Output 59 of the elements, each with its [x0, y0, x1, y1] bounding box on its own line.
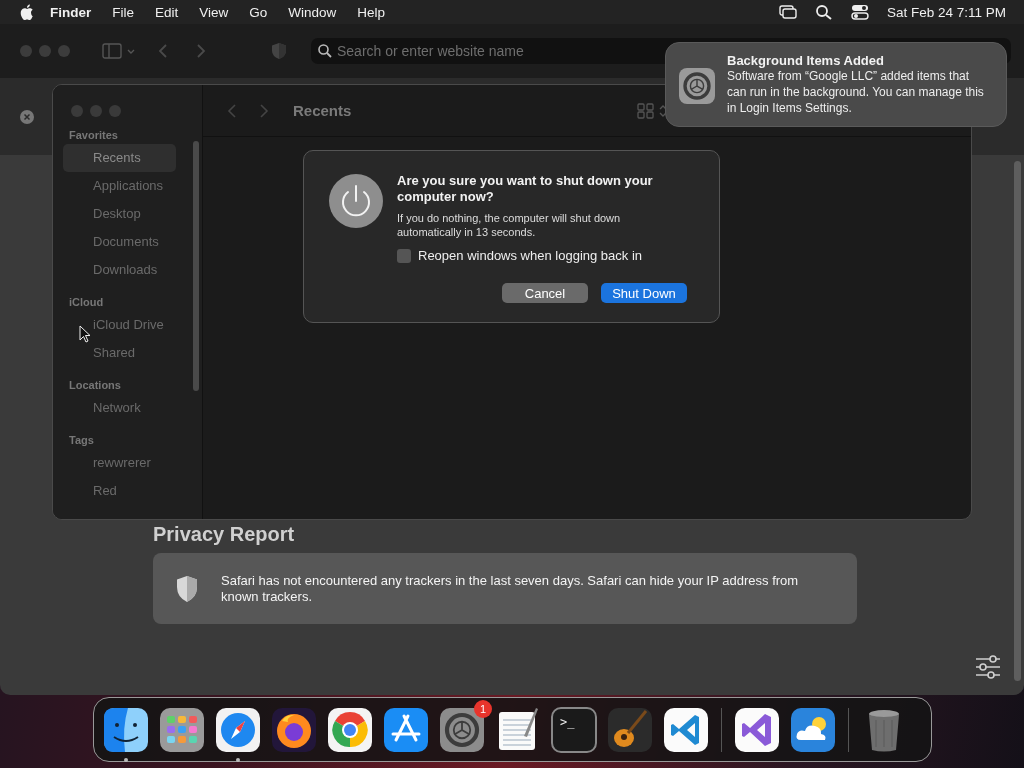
power-icon	[328, 173, 384, 229]
app-name-menu[interactable]: Finder	[50, 4, 92, 20]
gear-icon	[678, 67, 716, 105]
sidebar-item[interactable]: Documents	[63, 228, 176, 256]
checkbox[interactable]	[397, 248, 411, 263]
pointer-cursor-icon	[79, 325, 91, 343]
sidebar-item[interactable]: Recents	[63, 144, 176, 172]
terminal-icon[interactable]	[550, 705, 598, 754]
sidebar-item[interactable]: Downloads	[63, 256, 176, 284]
window-title: Recents	[293, 102, 352, 119]
privacy-message: Safari has not encountered any trackers in the last seven days. Safari can hide your IP address from known trackers.	[221, 572, 800, 605]
flame-globe-icon[interactable]	[270, 705, 318, 754]
shield-icon	[175, 574, 199, 603]
scrollbar[interactable]	[193, 141, 199, 391]
sidebar-item[interactable]: Desktop	[63, 200, 176, 228]
screen-mirroring-icon[interactable]	[778, 4, 797, 20]
guitar-icon[interactable]	[606, 705, 654, 754]
dialog-message: If you do nothing, the computer will shut down automatically in 13 seconds.	[397, 211, 622, 239]
notification-badge: 1	[474, 699, 492, 718]
confirm-button[interactable]: Shut Down	[601, 283, 687, 303]
sidebar-item[interactable]: Network	[63, 394, 176, 422]
sidebar-item[interactable]: Red	[63, 477, 176, 505]
sliders-icon[interactable]	[974, 655, 1002, 679]
sidebar-heading: Tags	[69, 434, 95, 448]
sidebar-heading: Favorites	[69, 129, 119, 143]
sidebar-heading: iCloud	[69, 296, 105, 310]
menu-clock[interactable]: Sat Feb 24 7:11 PM	[886, 4, 1006, 20]
scrollbar[interactable]	[1014, 161, 1021, 681]
sidebar-item[interactable]: rewwrerer	[63, 449, 176, 477]
control-center-icon[interactable]	[850, 4, 869, 20]
notification-body: Software from “Google LLC” added items that can run in the background. You can manage this in Login Items Settings.	[727, 68, 985, 116]
search-icon[interactable]	[814, 4, 833, 20]
dialog-title: Are you sure you want to shut down your computer now?	[397, 173, 654, 205]
menu-item[interactable]: Help	[357, 4, 386, 20]
apple-logo-icon[interactable]	[20, 4, 34, 20]
checkbox-label[interactable]: Reopen windows when logging back in	[418, 248, 643, 263]
app-grid-icon[interactable]	[158, 705, 206, 754]
close-icon[interactable]	[20, 110, 34, 124]
sidebar-toggle-icon[interactable]	[102, 42, 136, 60]
ribbon-icon[interactable]	[733, 705, 781, 754]
compass-icon[interactable]	[214, 705, 262, 754]
gear-icon[interactable]	[438, 705, 486, 754]
menu-item[interactable]: Go	[249, 4, 268, 20]
notification-banner[interactable]: Background Items Added Software from “Google LLC” added items that can run in the background. You can manage this in Login Items Settings.	[665, 42, 1007, 127]
cancel-button[interactable]: Cancel	[502, 283, 588, 303]
prompt-label: >_	[560, 714, 575, 729]
sidebar-item[interactable]: iCloud Drive	[63, 311, 176, 339]
ribbon-code-icon[interactable]	[662, 705, 710, 754]
menu-item[interactable]: Edit	[155, 4, 179, 20]
menu-item[interactable]: File	[112, 4, 135, 20]
smiling-face-icon[interactable]	[102, 705, 150, 754]
sidebar-item[interactable]: Applications	[63, 172, 176, 200]
section-heading: Privacy Report	[153, 522, 296, 546]
sidebar-item[interactable]: Shared	[63, 339, 176, 367]
cloud-sun-icon[interactable]	[789, 705, 837, 754]
sidebar-heading: Locations	[69, 379, 122, 393]
a-shape-icon[interactable]	[382, 705, 430, 754]
menu-item[interactable]: View	[199, 4, 229, 20]
menu-item[interactable]: Window	[288, 4, 337, 20]
